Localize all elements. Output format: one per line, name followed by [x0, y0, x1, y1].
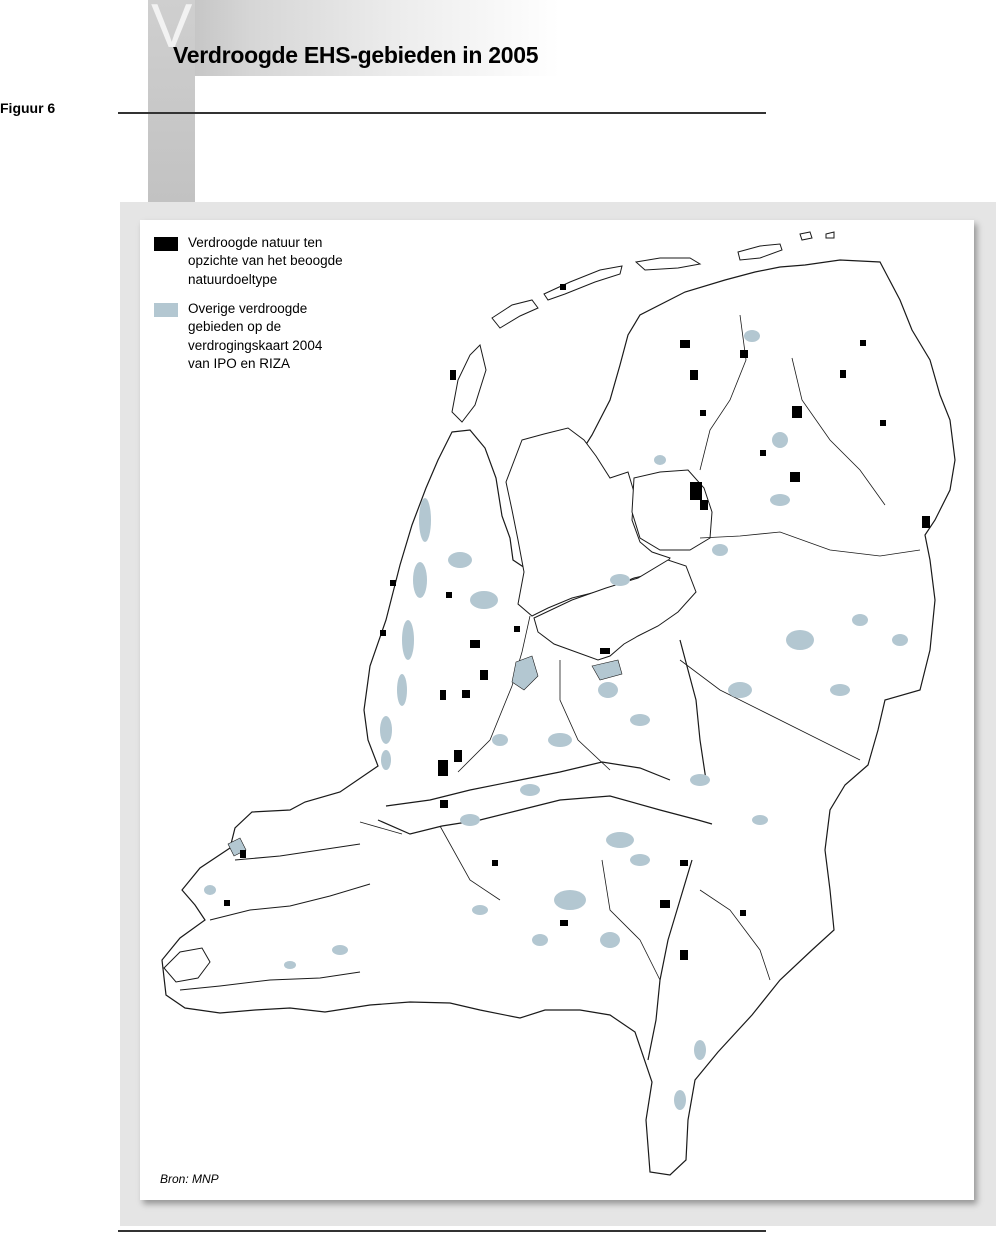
ameland-island [634, 257, 702, 271]
bottom-rule [118, 1230, 766, 1232]
figure-title: Verdroogde EHS-gebieden in 2005 [173, 42, 539, 68]
top-rule [118, 112, 766, 114]
figure-label: Figuur 6 [0, 100, 56, 116]
legend-label: Verdroogde natuur ten opzichte van het b… [188, 235, 343, 287]
terschelling-island [543, 265, 623, 301]
map-panel: Verdroogde natuur ten opzichte van het b… [140, 220, 974, 1200]
legend-swatch-black [154, 237, 178, 251]
schiermonnikoog-island [737, 243, 783, 261]
legend-swatch-bluegrey [154, 303, 178, 317]
mainland-outline [161, 259, 956, 1176]
texel-island [451, 344, 487, 423]
vlieland-island [491, 299, 539, 329]
rottumerplaat-island [825, 231, 835, 239]
rottumeroog-island [799, 231, 813, 241]
legend-label: Overige verdroogde gebieden op de verdro… [188, 301, 323, 371]
source-note: Bron: MNP [160, 1172, 219, 1186]
